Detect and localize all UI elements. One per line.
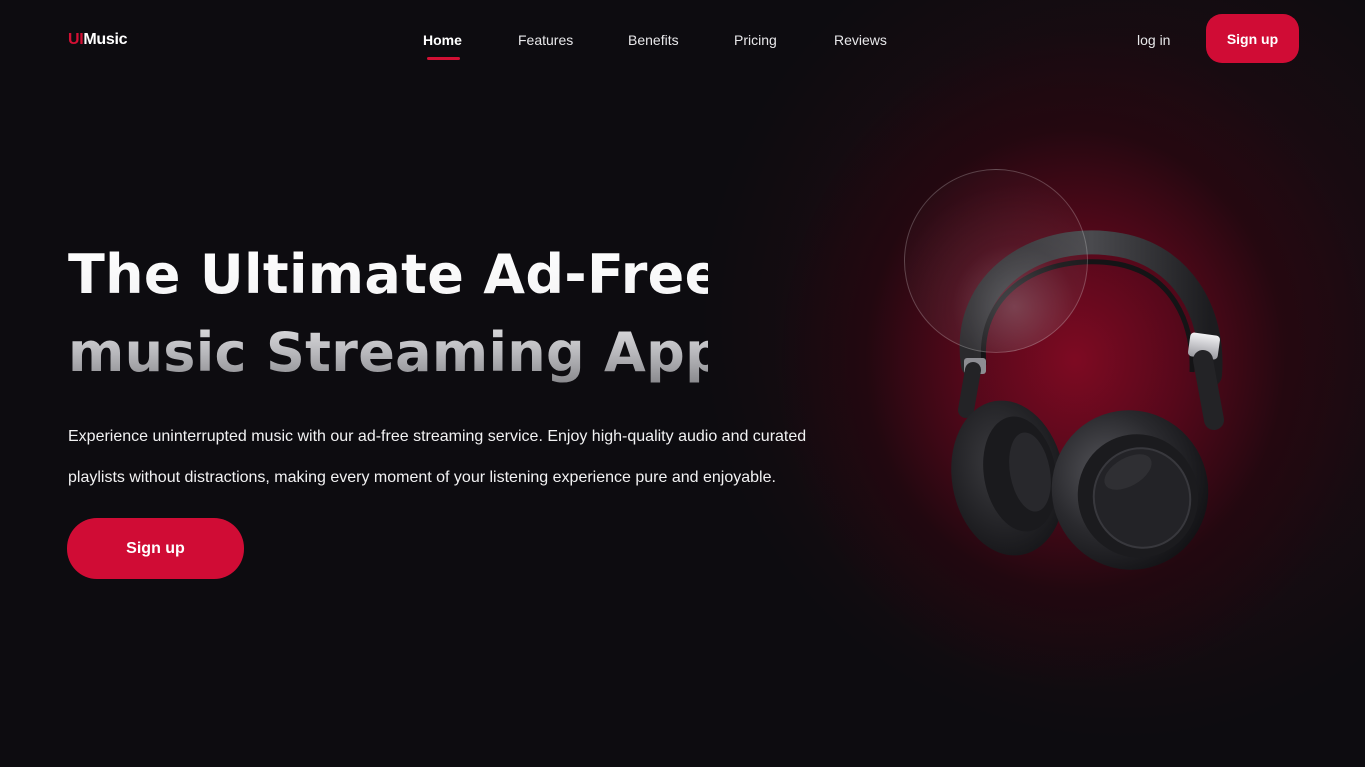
nav-item-features-label: Features xyxy=(518,32,574,48)
glass-circle-decoration xyxy=(904,169,1088,353)
hero-title-line-2: music Streaming App xyxy=(68,321,725,384)
login-link[interactable]: log in xyxy=(1137,32,1170,48)
nav-item-reviews[interactable]: Reviews xyxy=(834,32,887,48)
hero-title-line-1: The Ultimate Ad-Free xyxy=(68,243,722,306)
nav-item-pricing-label: Pricing xyxy=(734,32,777,48)
header-signup-button[interactable]: Sign up xyxy=(1206,14,1299,63)
hero-signup-button[interactable]: Sign up xyxy=(67,518,244,579)
nav-item-benefits[interactable]: Benefits xyxy=(628,32,734,48)
nav-item-home-label: Home xyxy=(423,32,462,48)
hero-description: Experience uninterrupted music with our … xyxy=(68,428,807,486)
nav-active-indicator xyxy=(427,57,460,60)
nav-item-benefits-label: Benefits xyxy=(628,32,679,48)
brand-logo-name: Music xyxy=(83,31,128,48)
nav-item-features[interactable]: Features xyxy=(518,32,628,48)
landing-page: UIMusic Home Features Benefits Pricing R… xyxy=(0,0,1365,767)
nav-item-home[interactable]: Home xyxy=(423,32,518,60)
hero-visual xyxy=(880,160,1260,600)
main-nav: Home Features Benefits Pricing Reviews xyxy=(423,32,887,60)
brand-logo-prefix: UI xyxy=(68,31,84,48)
brand-logo[interactable]: UIMusic xyxy=(68,31,128,49)
nav-item-reviews-label: Reviews xyxy=(834,32,887,48)
hero-title: The Ultimate Ad-Free music Streaming App xyxy=(68,236,708,392)
nav-item-pricing[interactable]: Pricing xyxy=(734,32,834,48)
